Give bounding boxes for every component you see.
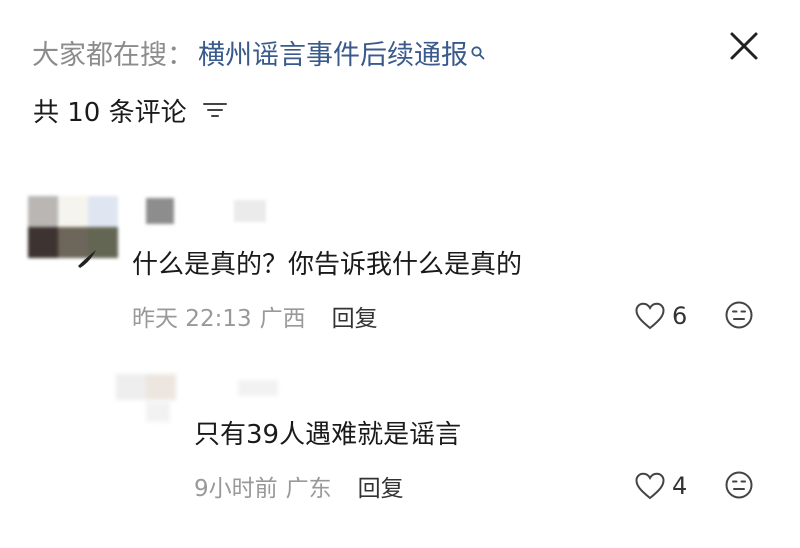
reply-button[interactable]: 回复 <box>358 469 404 503</box>
close-icon <box>730 32 758 60</box>
heart-outline-icon <box>635 472 665 500</box>
comment-count-row: 共 10 条评论 <box>33 88 229 132</box>
comment-text: 什么是真的？你告诉我什么是真的 <box>132 250 523 280</box>
close-button[interactable] <box>722 24 766 68</box>
hot-search-link[interactable]: 横州谣言事件后续通报 <box>198 33 468 72</box>
comment-count-label: 共 10 条评论 <box>33 97 187 128</box>
avatar[interactable] <box>28 196 118 258</box>
emoji-face-icon <box>725 471 753 499</box>
reply-comment-time: 9小时前 <box>194 476 278 502</box>
reply-avatar[interactable] <box>116 374 176 428</box>
username-blurred[interactable] <box>146 196 266 226</box>
emoji-face-icon <box>725 301 753 329</box>
reply-comment-location: 广东 <box>285 476 332 502</box>
like-count: 6 <box>672 302 688 330</box>
hot-search-suggestion[interactable]: 大家都在搜： 横州谣言事件后续通报 <box>32 30 486 74</box>
comment-time: 昨天 22:13 <box>132 306 252 332</box>
sort-button[interactable] <box>201 98 229 122</box>
like-button[interactable]: 6 <box>634 298 687 334</box>
comment-panel: 大家都在搜： 横州谣言事件后续通报 共 10 条评论 什么是真的？你告诉我什么是… <box>0 0 800 548</box>
sort-icon <box>202 103 227 117</box>
hot-search-prefix: 大家都在搜： <box>32 39 194 71</box>
reply-username-blurred[interactable] <box>198 376 318 400</box>
reply-comment-meta: 9小时前 广东 回复 <box>194 468 404 504</box>
reply-button[interactable]: 回复 <box>332 299 378 333</box>
emoji-reaction-button[interactable] <box>724 300 754 330</box>
reply-comment-text: 只有39人遇难就是谣言 <box>194 420 462 450</box>
search-icon <box>470 37 486 60</box>
reply-like-count: 4 <box>672 472 688 500</box>
reply-like-button[interactable]: 4 <box>634 468 687 504</box>
avatar-badge-mark <box>78 250 96 268</box>
heart-outline-icon <box>635 302 665 330</box>
comment-location: 广西 <box>259 306 306 332</box>
comment-meta: 昨天 22:13 广西 回复 <box>132 298 378 334</box>
reply-emoji-reaction-button[interactable] <box>724 470 754 500</box>
